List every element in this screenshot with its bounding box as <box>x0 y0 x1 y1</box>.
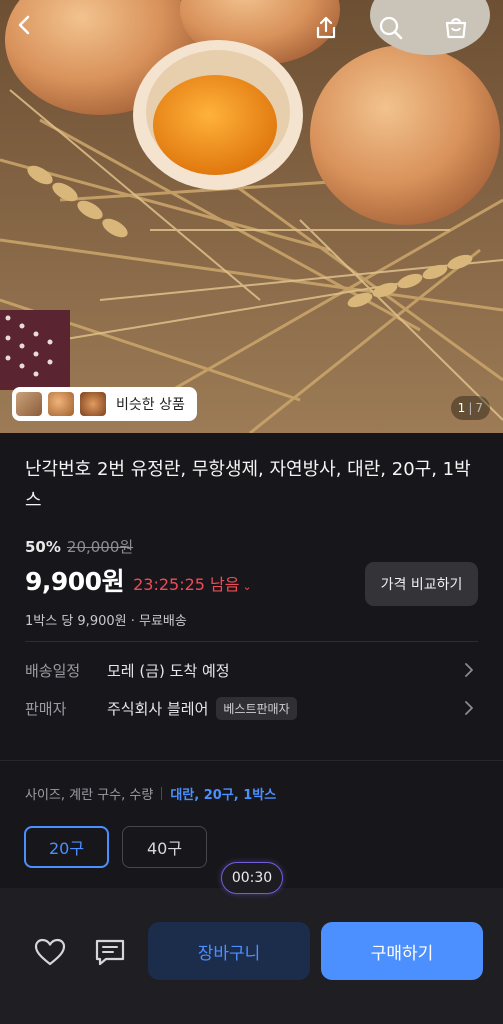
chat-icon <box>95 939 125 966</box>
option-header-label: 사이즈, 계란 구수, 수량 <box>25 788 154 803</box>
discount-rate: 50% <box>25 537 61 556</box>
sale-price: 9,900원 <box>25 567 125 596</box>
delivery-label: 배송일정 <box>25 661 81 680</box>
image-counter-total: 7 <box>475 401 483 415</box>
image-counter-separator: | <box>468 401 473 415</box>
back-button[interactable] <box>14 14 54 54</box>
image-counter: 1 | 7 <box>450 396 490 420</box>
seller-label: 판매자 <box>25 699 67 718</box>
similar-thumb-2 <box>48 392 74 416</box>
inquiry-button[interactable] <box>90 932 130 972</box>
similar-thumb-1 <box>16 392 42 416</box>
unit-price-shipping: 1박스 당 9,900원 · 무료배송 <box>25 614 187 629</box>
similar-products-label: 비슷한 상품 <box>116 397 185 413</box>
delivery-row[interactable]: 배송일정 모레 (금) 도착 예정 <box>25 655 478 685</box>
seller-row[interactable]: 판매자 주식회사 블레어 베스트판매자 <box>25 693 478 723</box>
option-20-button[interactable]: 20구 <box>24 826 109 868</box>
share-icon <box>316 16 336 39</box>
countdown-text: 23:25:25 남음 <box>133 575 240 594</box>
add-to-cart-button[interactable]: 장바구니 <box>148 922 310 980</box>
product-image[interactable]: 비슷한 상품 1 | 7 <box>0 0 503 433</box>
floating-timer[interactable]: 00:30 <box>221 862 283 894</box>
cart-icon-button[interactable] <box>443 15 483 55</box>
similar-thumb-3 <box>80 392 106 416</box>
similar-products-chip[interactable]: 비슷한 상품 <box>12 387 197 421</box>
best-seller-badge: 베스트판매자 <box>216 696 297 720</box>
search-icon <box>379 16 403 40</box>
heart-icon <box>34 938 66 966</box>
option-40-button[interactable]: 40구 <box>122 826 207 868</box>
back-icon <box>18 15 30 35</box>
image-counter-current: 1 <box>457 401 466 415</box>
chevron-down-icon: ⌄ <box>242 580 252 593</box>
share-button[interactable] <box>313 15 353 55</box>
wishlist-button[interactable] <box>30 932 70 972</box>
discount-row: 50% 20,000원 <box>25 536 133 557</box>
product-title: 난각번호 2번 유정란, 무항생제, 자연방사, 대란, 20구, 1박스 <box>25 459 471 511</box>
price-compare-button[interactable]: 가격 비교하기 <box>365 562 478 606</box>
hero-photo <box>0 0 503 433</box>
sale-countdown[interactable]: 23:25:25 남음 ⌄ <box>133 571 252 595</box>
buy-now-button[interactable]: 구매하기 <box>321 922 483 980</box>
shopping-bag-icon <box>445 18 467 39</box>
seller-name: 주식회사 블레어 <box>107 699 209 718</box>
option-header-separator <box>161 787 163 800</box>
option-header: 사이즈, 계란 구수, 수량 대란, 20구, 1박스 <box>25 784 276 803</box>
price-row: 9,900원 23:25:25 남음 ⌄ <box>25 562 252 598</box>
search-button[interactable] <box>378 15 418 55</box>
delivery-value: 모레 (금) 도착 예정 <box>107 661 230 680</box>
option-selected-summary: 대란, 20구, 1박스 <box>170 788 277 803</box>
divider <box>25 641 478 642</box>
section-divider <box>0 760 503 761</box>
chevron-right-icon <box>465 701 473 715</box>
original-price: 20,000원 <box>66 538 134 556</box>
chevron-right-icon <box>465 663 473 677</box>
